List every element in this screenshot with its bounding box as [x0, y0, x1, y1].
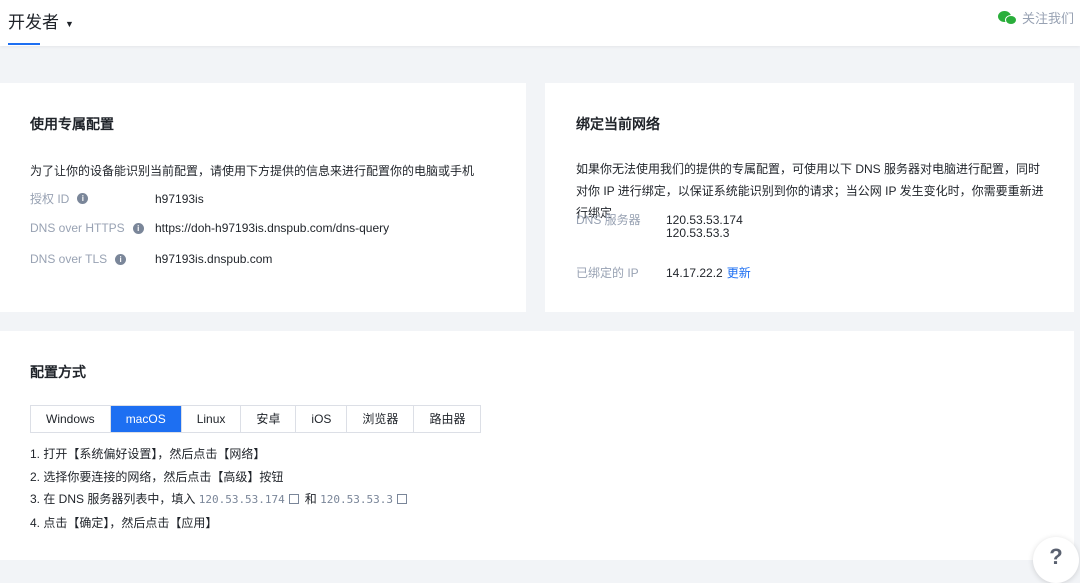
dns-server-2: 120.53.53.3: [666, 226, 730, 240]
dot-row: DNS over TLS i h97193is.dnspub.com: [30, 252, 272, 266]
dns-ip-2: 120.53.53.3: [320, 493, 394, 506]
info-icon[interactable]: i: [132, 222, 144, 234]
update-link[interactable]: 更新: [727, 266, 751, 280]
tab-linux[interactable]: Linux: [181, 406, 242, 432]
tab-ios[interactable]: iOS: [296, 406, 348, 432]
instructions: 1. 打开【系统偏好设置】，然后点击【网络】 2. 选择你要连接的网络，然后点击…: [30, 443, 413, 534]
copy-icon[interactable]: [288, 494, 299, 504]
top-header: 开发者 ▼ 关注我们: [0, 0, 1080, 46]
tab-windows[interactable]: Windows: [31, 406, 111, 432]
dot-value: h97193is.dnspub.com: [155, 252, 273, 266]
caret-down-icon: ▼: [65, 18, 74, 29]
config-method-card: 配置方式 Windows macOS Linux 安卓 iOS 浏览器 路由器 …: [0, 331, 1074, 560]
card-title: 使用专属配置: [30, 116, 114, 132]
auth-id-value: h97193is: [155, 191, 204, 206]
bound-ip-value: 14.17.22.2: [666, 266, 723, 280]
doh-value: https://doh-h97193is.dnspub.com/dns-quer…: [155, 221, 390, 235]
tab-macos[interactable]: macOS: [110, 406, 182, 432]
copy-icon[interactable]: [397, 494, 408, 504]
card-title: 配置方式: [30, 364, 86, 380]
follow-us-link[interactable]: 关注我们: [997, 8, 1074, 27]
active-indicator: [8, 43, 40, 45]
brand-label: 开发者: [8, 13, 59, 32]
step-3: 3. 在 DNS 服务器列表中，填入 120.53.53.174 和 120.53…: [30, 488, 413, 512]
card-title: 绑定当前网络: [576, 116, 660, 132]
developer-menu[interactable]: 开发者 ▼: [8, 8, 74, 33]
bound-ip-row: 已绑定的 IP 14.17.22.2 更新: [576, 264, 751, 281]
row-label: DNS over TLS: [30, 252, 108, 266]
auth-id-row: 授权 ID i h97193is: [30, 190, 204, 207]
dns-server-row: DNS 服务器 120.53.53.174: [576, 211, 743, 228]
info-icon[interactable]: i: [115, 253, 127, 265]
dedicated-config-card: 使用专属配置 为了让你的设备能识别当前配置，请使用下方提供的信息来进行配置你的电…: [0, 83, 526, 312]
tab-browser[interactable]: 浏览器: [347, 406, 415, 432]
step-1: 1. 打开【系统偏好设置】，然后点击【网络】: [30, 447, 266, 461]
doh-row: DNS over HTTPS i https://doh-h97193is.dns…: [30, 221, 389, 235]
info-icon[interactable]: i: [77, 193, 89, 204]
dns-ip-1: 120.53.53.174: [198, 493, 285, 506]
step-4: 4. 点击【确定】，然后点击【应用】: [30, 515, 218, 530]
tab-android[interactable]: 安卓: [241, 406, 297, 432]
row-label: 已绑定的 IP: [576, 266, 639, 280]
tab-router[interactable]: 路由器: [414, 406, 481, 432]
step-2: 2. 选择你要连接的网络，然后点击【高级】按钮: [30, 469, 284, 484]
row-label: DNS over HTTPS: [30, 221, 125, 235]
dns-server-1: 120.53.53.174: [666, 212, 743, 227]
follow-us-label: 关注我们: [1021, 11, 1074, 26]
help-button[interactable]: ?: [1033, 537, 1079, 583]
os-tabs: Windows macOS Linux 安卓 iOS 浏览器 路由器: [30, 405, 482, 433]
card-description: 为了让你的设备能识别当前配置，请使用下方提供的信息来进行配置你的电脑或手机: [30, 164, 475, 178]
card-description: 如果你无法使用我们的提供的专属配置，可使用以下 DNS 服务器对电脑进行配置，同…: [576, 162, 1044, 220]
row-label: 授权 ID: [30, 192, 70, 206]
bind-network-card: 绑定当前网络 如果你无法使用我们的提供的专属配置，可使用以下 DNS 服务器对电…: [545, 83, 1074, 312]
wechat-icon: [997, 10, 1018, 26]
row-label: DNS 服务器: [576, 213, 641, 227]
